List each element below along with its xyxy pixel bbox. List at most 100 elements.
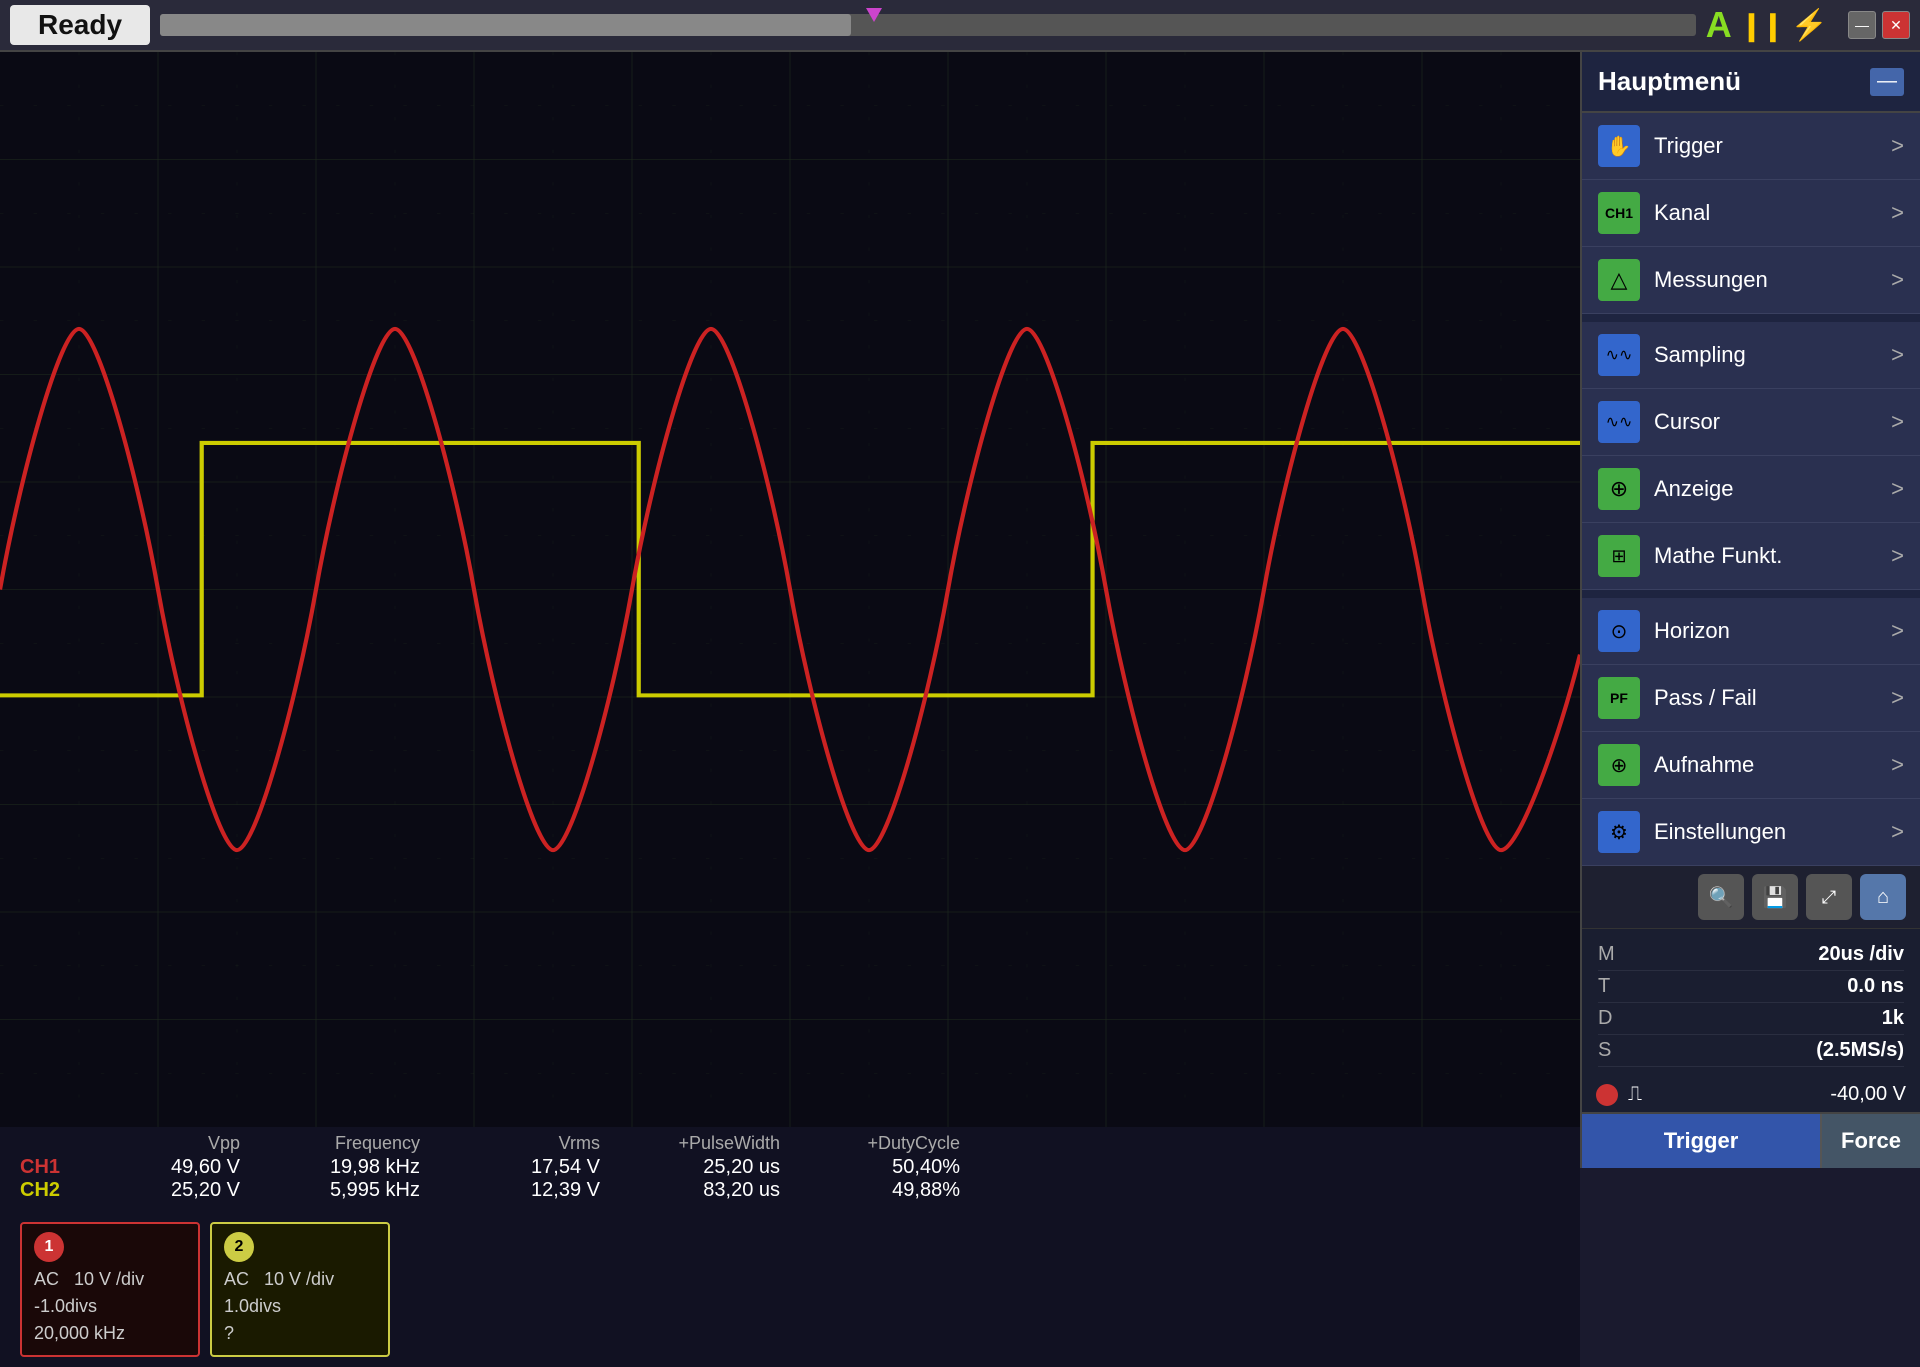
ch2-pulse: 83,20 us [620,1179,800,1202]
lightning-icon: ⚡ [1791,8,1828,43]
duty-header: +DutyCycle [800,1133,980,1154]
aufnahme-arrow-icon: > [1891,752,1904,778]
export-button[interactable]: ⤢ [1806,874,1852,920]
d-value: 1k [1882,1007,1904,1030]
messungen-arrow-icon: > [1891,267,1904,293]
menu-item-cursor[interactable]: ∿∿ Cursor > [1582,389,1920,456]
menu-title: Hauptmenü [1598,66,1741,97]
zoom-button[interactable]: 🔍 [1698,874,1744,920]
passfail-icon: PF [1598,677,1640,719]
einstellungen-arrow-icon: > [1891,819,1904,845]
right-side: Hauptmenü — ✋ Trigger > CH1 Kanal > △ Me… [1580,52,1920,1367]
channel-a-icon: A [1706,4,1732,46]
bottom-right-panel: 🔍 💾 ⤢ ⌂ M 20us /div T 0.0 ns D 1k [1580,866,1920,1168]
m-value: 20us /div [1818,943,1904,966]
trigger-setting-row: ⎍ -40,00 V [1582,1077,1920,1112]
menu-trigger-label: Trigger [1654,133,1891,159]
menu-item-mathe[interactable]: ⊞ Mathe Funkt. > [1582,523,1920,590]
einstellungen-icon: ⚙ [1598,811,1640,853]
passfail-arrow-icon: > [1891,685,1904,711]
menu-item-passfail[interactable]: PF Pass / Fail > [1582,665,1920,732]
trigger-icon: ✋ [1598,125,1640,167]
waveform-display: 2 1 [0,52,1580,1127]
ch1-duty: 50,40% [800,1156,980,1179]
menu-header: Hauptmenü — [1582,52,1920,113]
timescale-panel: M 20us /div T 0.0 ns D 1k S (2.5MS/s) [1582,929,1920,1077]
progress-bar [160,14,1696,36]
d-label: D [1598,1007,1612,1030]
ch2-position: 1.0divs [224,1296,281,1316]
menu-kanal-label: Kanal [1654,200,1891,226]
ch1-box[interactable]: 1 AC 10 V /div -1.0divs 20,000 kHz [20,1222,200,1357]
pulse-header: +PulseWidth [620,1133,800,1154]
ready-badge: Ready [10,5,150,45]
ch1-position: -1.0divs [34,1296,97,1316]
vpp-header: Vpp [80,1133,260,1154]
mathe-icon: ⊞ [1598,535,1640,577]
s-label: S [1598,1039,1611,1062]
ch2-badge: 2 [224,1232,254,1262]
ch2-freq: 5,995 kHz [260,1179,440,1202]
trigger-ch-indicator [1596,1084,1618,1106]
cursor-icon: ∿∿ [1598,401,1640,443]
trigger-position-marker [866,8,882,22]
t-label: T [1598,975,1610,998]
t-value: 0.0 ns [1847,975,1904,998]
force-button[interactable]: Force [1820,1114,1920,1168]
trigger-arrow-icon: > [1891,133,1904,159]
ch2-unknown: ? [224,1323,234,1343]
ch1-vrms: 17,54 V [440,1156,620,1179]
progress-bar-fill [160,14,851,36]
menu-divider-1 [1582,314,1920,322]
menu-horizon-label: Horizon [1654,618,1891,644]
menu-item-anzeige[interactable]: ⊕ Anzeige > [1582,456,1920,523]
menu-aufnahme-label: Aufnahme [1654,752,1891,778]
trigger-type-icon: ⎍ [1628,1083,1642,1106]
ch2-vpp: 25,20 V [80,1179,260,1202]
ch1-coupling: AC [34,1269,59,1289]
ch2-box[interactable]: 2 AC 10 V /div 1.0divs ? [210,1222,390,1357]
menu-collapse-button[interactable]: — [1870,68,1904,96]
menu-item-horizon[interactable]: ⊙ Horizon > [1582,598,1920,665]
close-button[interactable]: ✕ [1882,11,1910,39]
ch1-meas-label: CH1 [20,1156,80,1179]
ch2-duty: 49,88% [800,1179,980,1202]
scope-controls: 🔍 💾 ⤢ ⌂ [1582,866,1920,929]
aufnahme-icon: ⊕ [1598,744,1640,786]
minimize-button[interactable]: — [1848,11,1876,39]
home-button[interactable]: ⌂ [1860,874,1906,920]
ch2-vrms: 12,39 V [440,1179,620,1202]
menu-passfail-label: Pass / Fail [1654,685,1891,711]
messungen-icon: △ [1598,259,1640,301]
menu-item-trigger[interactable]: ✋ Trigger > [1582,113,1920,180]
menu-item-einstellungen[interactable]: ⚙ Einstellungen > [1582,799,1920,866]
menu-item-sampling[interactable]: ∿∿ Sampling > [1582,322,1920,389]
menu-anzeige-label: Anzeige [1654,476,1891,502]
waveform-svg [0,52,1580,1127]
window-controls: — ✕ [1848,11,1910,39]
menu-sampling-label: Sampling [1654,342,1891,368]
menu-mathe-label: Mathe Funkt. [1654,543,1891,569]
channel-boxes: 1 AC 10 V /div -1.0divs 20,000 kHz 2 AC … [0,1212,1580,1367]
m-label: M [1598,943,1615,966]
menu-item-kanal[interactable]: CH1 Kanal > [1582,180,1920,247]
menu-item-aufnahme[interactable]: ⊕ Aufnahme > [1582,732,1920,799]
save-button[interactable]: 💾 [1752,874,1798,920]
kanal-arrow-icon: > [1891,200,1904,226]
scope-area: 2 1 [0,52,1580,1367]
horizon-arrow-icon: > [1891,618,1904,644]
ch1-freq: 20,000 kHz [34,1323,125,1343]
ch2-meas-label: CH2 [20,1179,80,1202]
measurements-bar: Vpp Frequency Vrms +PulseWidth +DutyCycl… [0,1127,1580,1212]
cursor-arrow-icon: > [1891,409,1904,435]
sampling-icon: ∿∿ [1598,334,1640,376]
pause-icon: ❙❙ [1740,9,1783,42]
menu-cursor-label: Cursor [1654,409,1891,435]
main-content: 2 1 [0,52,1920,1367]
ch1-vpp: 49,60 V [80,1156,260,1179]
menu-item-messungen[interactable]: △ Messungen > [1582,247,1920,314]
trigger-voltage: -40,00 V [1830,1083,1906,1106]
anzeige-arrow-icon: > [1891,476,1904,502]
menu-einstellungen-label: Einstellungen [1654,819,1891,845]
trigger-button[interactable]: Trigger [1582,1114,1820,1168]
